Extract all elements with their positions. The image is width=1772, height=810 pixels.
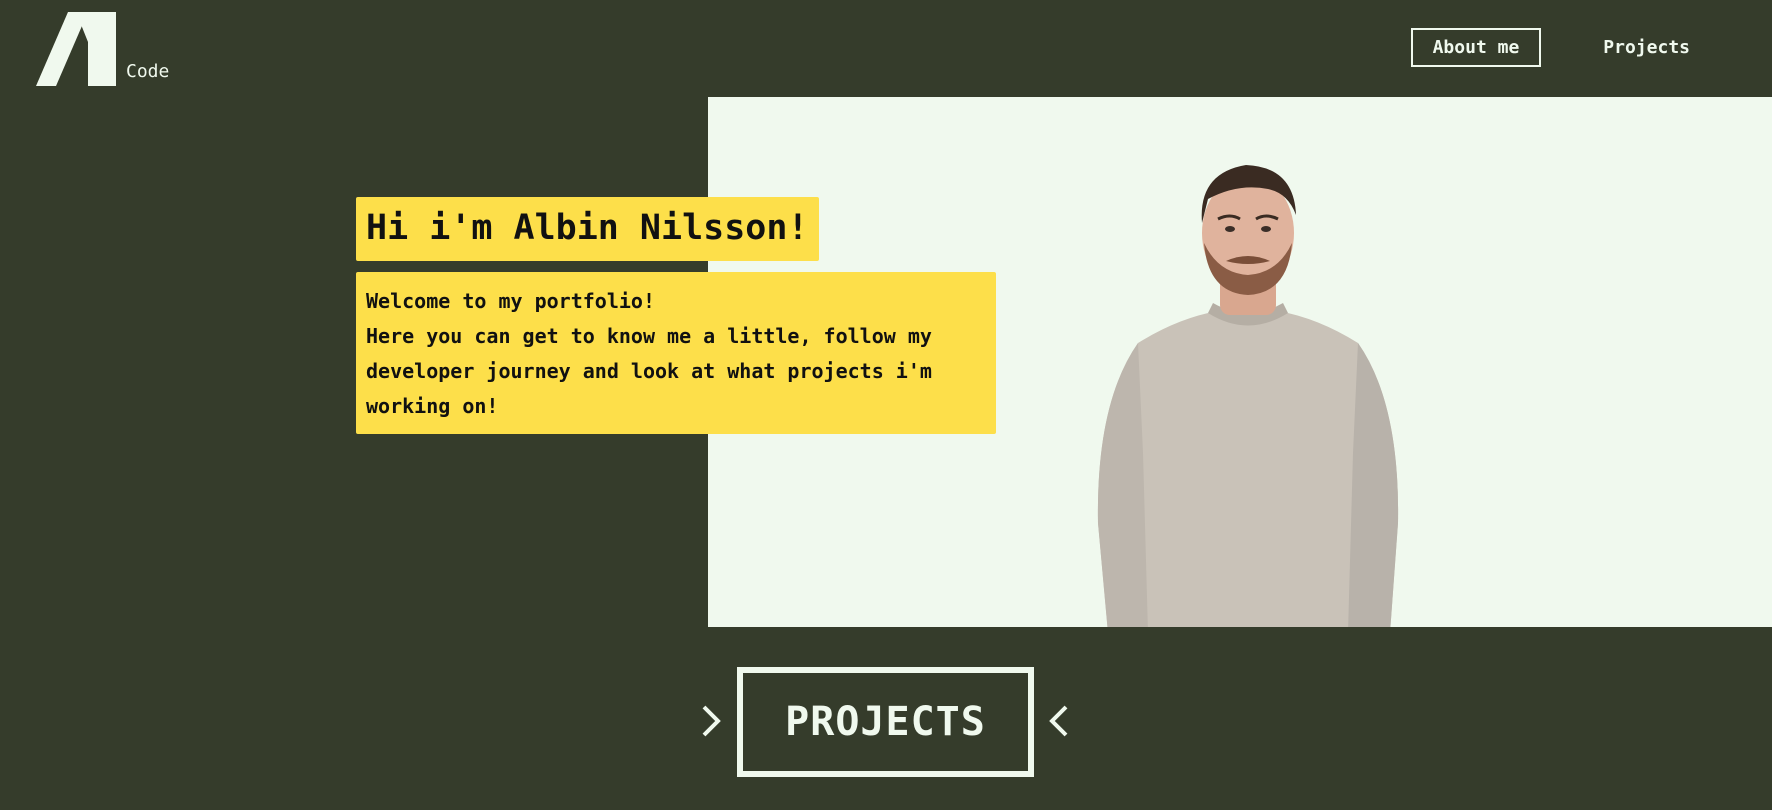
projects-section: PROJECTS (0, 667, 1772, 777)
nav-about-me[interactable]: About me (1410, 28, 1542, 67)
chevron-right-icon (702, 705, 721, 737)
projects-label: PROJECTS (785, 699, 986, 745)
intro-line-2: Here you can get to know me a little, fo… (366, 324, 932, 418)
chevron-left-icon (1049, 705, 1068, 737)
portrait-photo (1097, 165, 1399, 627)
main-nav: About me Projects (1410, 28, 1712, 67)
an-logo-icon (36, 12, 116, 86)
projects-button[interactable]: PROJECTS (737, 667, 1034, 777)
hero-headline: Hi i'm Albin Nilsson! (356, 197, 819, 261)
page: Code About me Projects Hi i'm Albin Nils… (0, 0, 1772, 810)
nav-projects[interactable]: Projects (1581, 28, 1712, 67)
logo-text: Code (126, 61, 170, 82)
logo[interactable]: Code (36, 12, 196, 88)
intro-line-1: Welcome to my portfolio! (366, 289, 655, 313)
hero-intro: Welcome to my portfolio! Here you can ge… (356, 272, 996, 434)
